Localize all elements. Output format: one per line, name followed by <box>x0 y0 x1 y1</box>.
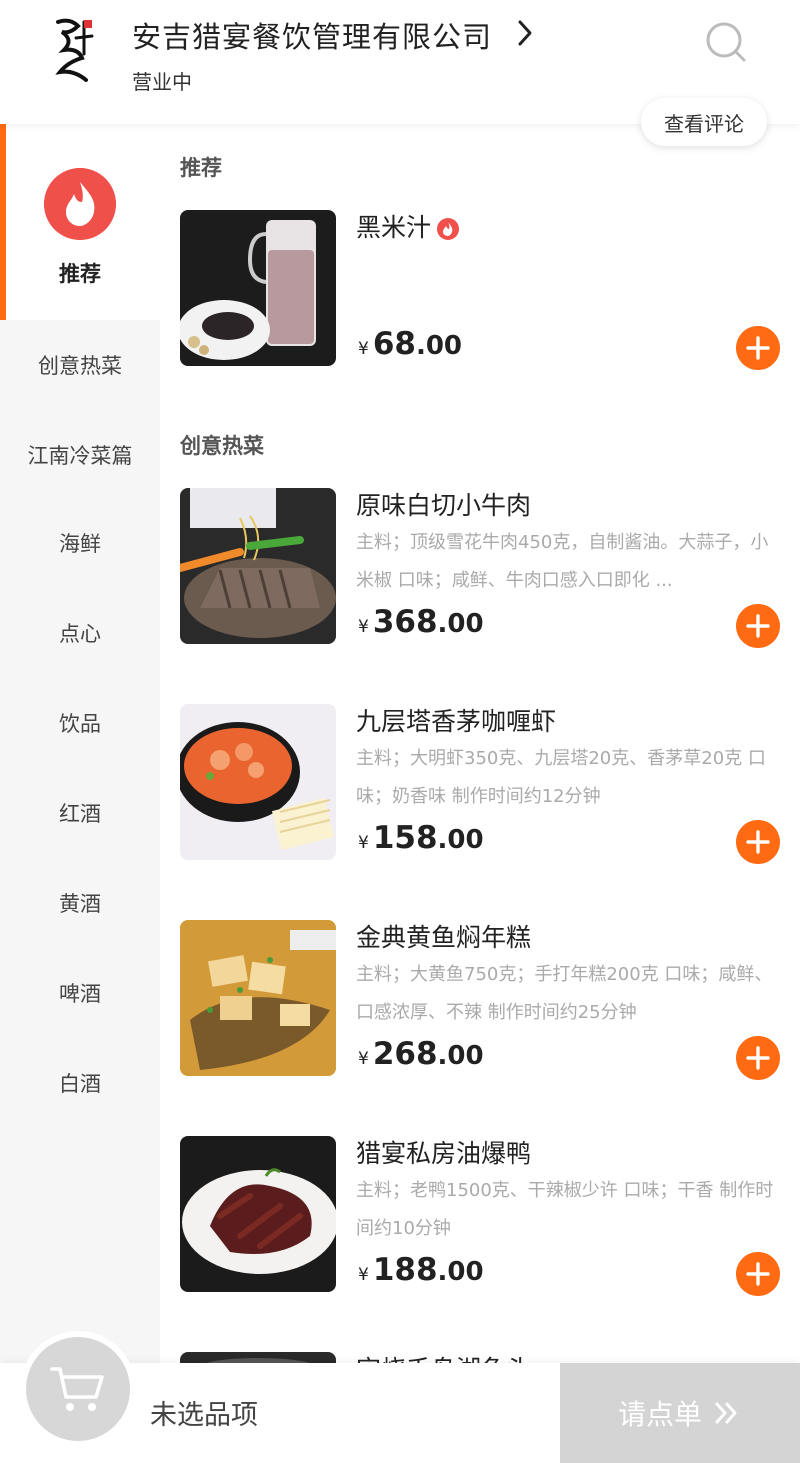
dish-image <box>180 488 336 644</box>
dish-description: 主料；顶级雪花牛肉450克，自制酱油。大蒜子，小米椒 口味；咸鲜、牛肉口感入口即… <box>356 532 769 591</box>
dish-image <box>180 704 336 860</box>
cart-empty-text: 未选品项 <box>150 1400 258 1431</box>
dish-image <box>180 920 336 1076</box>
dish-description: 主料；老鸭1500克、干辣椒少许 口味；干香 制作时间约10分钟 <box>356 1180 774 1239</box>
sidebar-item-beer[interactable]: 啤酒 <box>0 948 160 1038</box>
fire-icon <box>437 218 460 240</box>
dish-description: 主料；大明虾350克、九层塔20克、香茅草20克 口味；奶香味 制作时间约12分… <box>356 748 766 807</box>
dish-name: 猎宴私房油爆鸭 <box>356 1139 532 1168</box>
sidebar-item-label: 推荐 <box>59 262 101 286</box>
sidebar-item-drinks[interactable]: 饮品 <box>0 678 160 768</box>
add-to-cart-button[interactable] <box>736 326 780 370</box>
sidebar-item-cold-dishes[interactable]: 江南冷菜篇 <box>0 410 160 500</box>
category-sidebar: 推荐 创意热菜 江南冷菜篇 海鲜 点心 饮品 红酒 黄酒 啤酒 白酒 <box>0 124 160 1463</box>
dish-item[interactable]: 黑米汁 ¥68.00 <box>180 210 800 370</box>
dish-name: 黑米汁 <box>356 208 460 244</box>
cart-icon <box>50 1367 104 1411</box>
dish-price: ¥188.00 <box>358 1252 484 1288</box>
dish-price: ¥158.00 <box>358 820 484 856</box>
checkout-button-label: 请点单 <box>617 1398 702 1431</box>
dish-item[interactable]: 金典黄鱼焖年糕 主料；大黄鱼750克；手打年糕200克 口味；咸鲜、口感浓厚、不… <box>180 920 800 1080</box>
dish-name: 原味白切小牛肉 <box>356 491 532 520</box>
section-title: 推荐 <box>180 156 222 180</box>
dish-image <box>180 1136 336 1292</box>
shop-status: 营业中 <box>132 70 192 94</box>
dish-price: ¥68.00 <box>358 326 463 362</box>
shop-name[interactable]: 安吉猎宴餐饮管理有限公司 <box>132 14 492 56</box>
sidebar-item-seafood[interactable]: 海鲜 <box>0 498 160 588</box>
dish-price: ¥368.00 <box>358 604 484 640</box>
cart-bar: 未选品项 请点单 <box>0 1331 800 1463</box>
menu-content: 推荐 黑米汁 ¥68.00 创意热菜 原味白切小牛肉 主料；顶级雪花牛肉450克… <box>160 124 800 1463</box>
calligraphy-logo-icon <box>55 18 94 82</box>
double-chevron-right-icon <box>715 1402 737 1424</box>
dish-image <box>180 210 336 366</box>
add-to-cart-button[interactable] <box>736 820 780 864</box>
add-to-cart-button[interactable] <box>736 1036 780 1080</box>
dish-item[interactable]: 九层塔香茅咖喱虾 主料；大明虾350克、九层塔20克、香茅草20克 口味；奶香味… <box>180 704 800 864</box>
sidebar-item-dim-sum[interactable]: 点心 <box>0 588 160 678</box>
sidebar-item-baijiu[interactable]: 白酒 <box>0 1038 160 1128</box>
fire-icon <box>44 168 116 240</box>
cart-button-bg <box>26 1337 130 1441</box>
dish-price: ¥268.00 <box>358 1036 484 1072</box>
dish-name: 九层塔香茅咖喱虾 <box>356 707 557 736</box>
sidebar-item-yellow-wine[interactable]: 黄酒 <box>0 858 160 948</box>
section-title: 创意热菜 <box>180 434 264 458</box>
cart-button[interactable] <box>20 1331 136 1447</box>
add-to-cart-button[interactable] <box>736 1252 780 1296</box>
checkout-button[interactable]: 请点单 <box>560 1363 800 1463</box>
add-to-cart-button[interactable] <box>736 604 780 648</box>
sidebar-item-recommended[interactable]: 推荐 <box>0 124 160 320</box>
dish-name: 金典黄鱼焖年糕 <box>356 923 532 952</box>
sidebar-item-red-wine[interactable]: 红酒 <box>0 768 160 858</box>
view-reviews-button[interactable]: 查看评论 <box>641 98 767 146</box>
active-indicator <box>0 124 6 320</box>
search-icon[interactable] <box>704 20 748 64</box>
chevron-right-icon[interactable] <box>512 16 538 50</box>
dish-description: 主料；大黄鱼750克；手打年糕200克 口味；咸鲜、口感浓厚、不辣 制作时间约2… <box>356 964 773 1023</box>
sidebar-item-creative-hot[interactable]: 创意热菜 <box>0 320 160 410</box>
dish-item[interactable]: 猎宴私房油爆鸭 主料；老鸭1500克、干辣椒少许 口味；干香 制作时间约10分钟… <box>180 1136 800 1296</box>
dish-item[interactable]: 原味白切小牛肉 主料；顶级雪花牛肉450克，自制酱油。大蒜子，小米椒 口味；咸鲜… <box>180 488 800 648</box>
